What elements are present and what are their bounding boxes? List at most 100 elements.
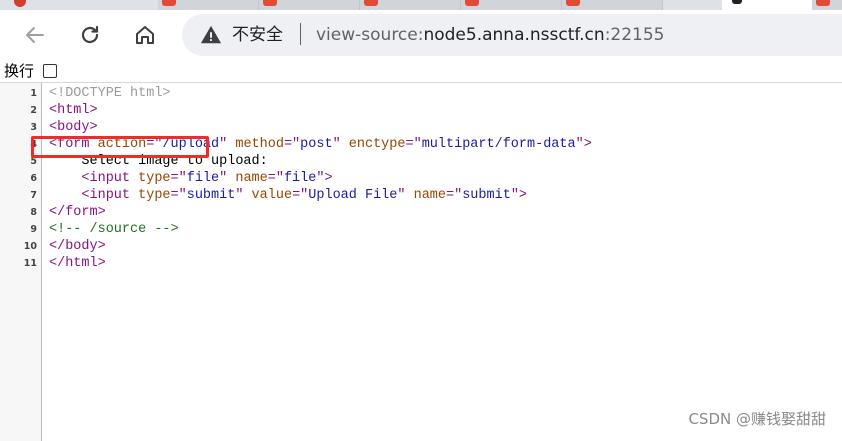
line-code: <!DOCTYPE html> <box>49 85 171 102</box>
line-number: 1 <box>30 88 37 99</box>
source-line: 5 Select image to upload: <box>0 153 842 170</box>
code-token: /upload <box>162 137 220 152</box>
url-port: :22155 <box>604 25 665 45</box>
url-host: node5.anna.nssctf.cn <box>423 25 605 45</box>
source-line: 8 </form> <box>0 204 842 221</box>
line-code: <input type="submit" value="Upload File"… <box>49 187 527 204</box>
code-token: file <box>283 171 317 186</box>
code-token: =" <box>446 188 463 203</box>
line-number: 10 <box>23 241 37 252</box>
code-token: "> <box>510 188 528 203</box>
security-status-label[interactable]: 不安全 <box>232 24 283 46</box>
code-token: =" <box>170 188 187 203</box>
warning-triangle-icon[interactable] <box>200 24 222 46</box>
code-token: multipart/form-data <box>421 137 576 152</box>
browser-logo-icon <box>14 0 26 7</box>
line-code: <body> <box>49 119 98 136</box>
line-code: Select image to upload: <box>49 153 268 170</box>
code-token: Select image to upload: <box>49 154 268 169</box>
address-separator <box>300 23 301 45</box>
tab-favicon-icon <box>263 0 277 6</box>
code-token: " <box>235 188 252 203</box>
tab-strip <box>0 0 842 10</box>
code-token: <form <box>49 137 98 152</box>
source-view: 1 <!DOCTYPE html> 2 <html> 3 <body> 4 <form act… <box>0 82 842 441</box>
tab[interactable] <box>812 0 842 10</box>
source-line: 6 <input type="file" name="file"> <box>0 170 842 187</box>
line-wrap-checkbox[interactable] <box>43 64 57 78</box>
code-token: =" <box>405 137 422 152</box>
code-token: type <box>138 171 171 186</box>
watermark: CSDN @赚钱娶甜甜 <box>688 410 826 428</box>
code-token: file <box>186 171 220 186</box>
code-token: action <box>97 137 147 152</box>
line-code: </form> <box>49 204 106 221</box>
line-code: <form action="/upload" method="post" enc… <box>49 136 592 153</box>
line-wrap-label: 换行 <box>4 62 35 80</box>
tab-favicon-icon <box>566 0 580 6</box>
source-line: 9 <!-- /source --> <box>0 221 842 238</box>
tab-favicon-icon <box>816 0 830 6</box>
code-token: enctype <box>348 137 406 152</box>
line-number: 2 <box>30 105 37 116</box>
tab-favicon-icon <box>162 0 176 6</box>
code-token: name <box>235 171 268 186</box>
source-line: 11 </html> <box>0 255 842 272</box>
code-token: "> <box>575 137 592 152</box>
tab-favicon-icon <box>364 0 378 6</box>
line-number: 6 <box>30 173 37 184</box>
source-line: 1 <!DOCTYPE html> <box>0 85 842 102</box>
back-arrow-icon <box>26 27 44 43</box>
tab-favicon-icon <box>465 0 479 6</box>
code-token: name <box>413 188 446 203</box>
tab-active[interactable] <box>722 0 823 10</box>
code-token: =" <box>146 137 163 152</box>
line-code: <html> <box>49 102 98 119</box>
reload-button[interactable] <box>77 22 103 48</box>
code-token: submit <box>186 188 236 203</box>
code-token: <input <box>81 171 139 186</box>
source-line: 10 </body> <box>0 238 842 255</box>
line-wrap-row: 换行 <box>0 60 842 82</box>
code-token: submit <box>462 188 511 203</box>
tab[interactable] <box>360 0 461 10</box>
address-bar[interactable]: 不安全 view-source:node5.anna.nssctf.cn:221… <box>182 14 842 56</box>
home-icon <box>136 26 154 44</box>
code-token: type <box>138 188 171 203</box>
line-number: 7 <box>30 190 37 201</box>
code-token: <html> <box>49 103 98 118</box>
line-code: </body> <box>49 238 106 255</box>
code-token: =" <box>283 137 301 152</box>
code-token: <body> <box>49 120 98 135</box>
browser-toolbar: 不安全 view-source:node5.anna.nssctf.cn:221… <box>0 10 842 60</box>
code-token: <!DOCTYPE html> <box>49 86 171 101</box>
line-number: 11 <box>23 258 37 269</box>
code-token: =" <box>170 171 187 186</box>
line-number: 3 <box>30 122 37 133</box>
tab[interactable] <box>259 0 360 10</box>
code-token: " <box>219 137 236 152</box>
tab[interactable] <box>158 0 259 10</box>
code-token: <!-- /source --> <box>49 222 179 237</box>
home-button[interactable] <box>132 22 158 48</box>
line-number: 5 <box>30 156 37 167</box>
back-button[interactable] <box>22 22 48 48</box>
code-token: =" <box>292 188 309 203</box>
line-code: <!-- /source --> <box>49 221 179 238</box>
tab[interactable] <box>461 0 562 10</box>
url-scheme: view-source: <box>316 25 424 45</box>
code-token: </html> <box>49 256 106 271</box>
code-token: " <box>332 137 349 152</box>
source-line: 7 <input type="submit" value="Upload Fil… <box>0 187 842 204</box>
tab[interactable] <box>562 0 663 10</box>
line-number: 4 <box>30 139 37 150</box>
tab-favicon-icon <box>732 0 742 4</box>
url-text[interactable]: view-source:node5.anna.nssctf.cn:22155 <box>316 24 665 46</box>
code-token: value <box>251 188 293 203</box>
source-line: 2 <html> <box>0 102 842 119</box>
reload-icon <box>81 25 99 44</box>
source-line: 4 <form action="/upload" method="post" en… <box>0 136 842 153</box>
code-token: <input <box>81 188 139 203</box>
code-token: post <box>300 137 333 152</box>
